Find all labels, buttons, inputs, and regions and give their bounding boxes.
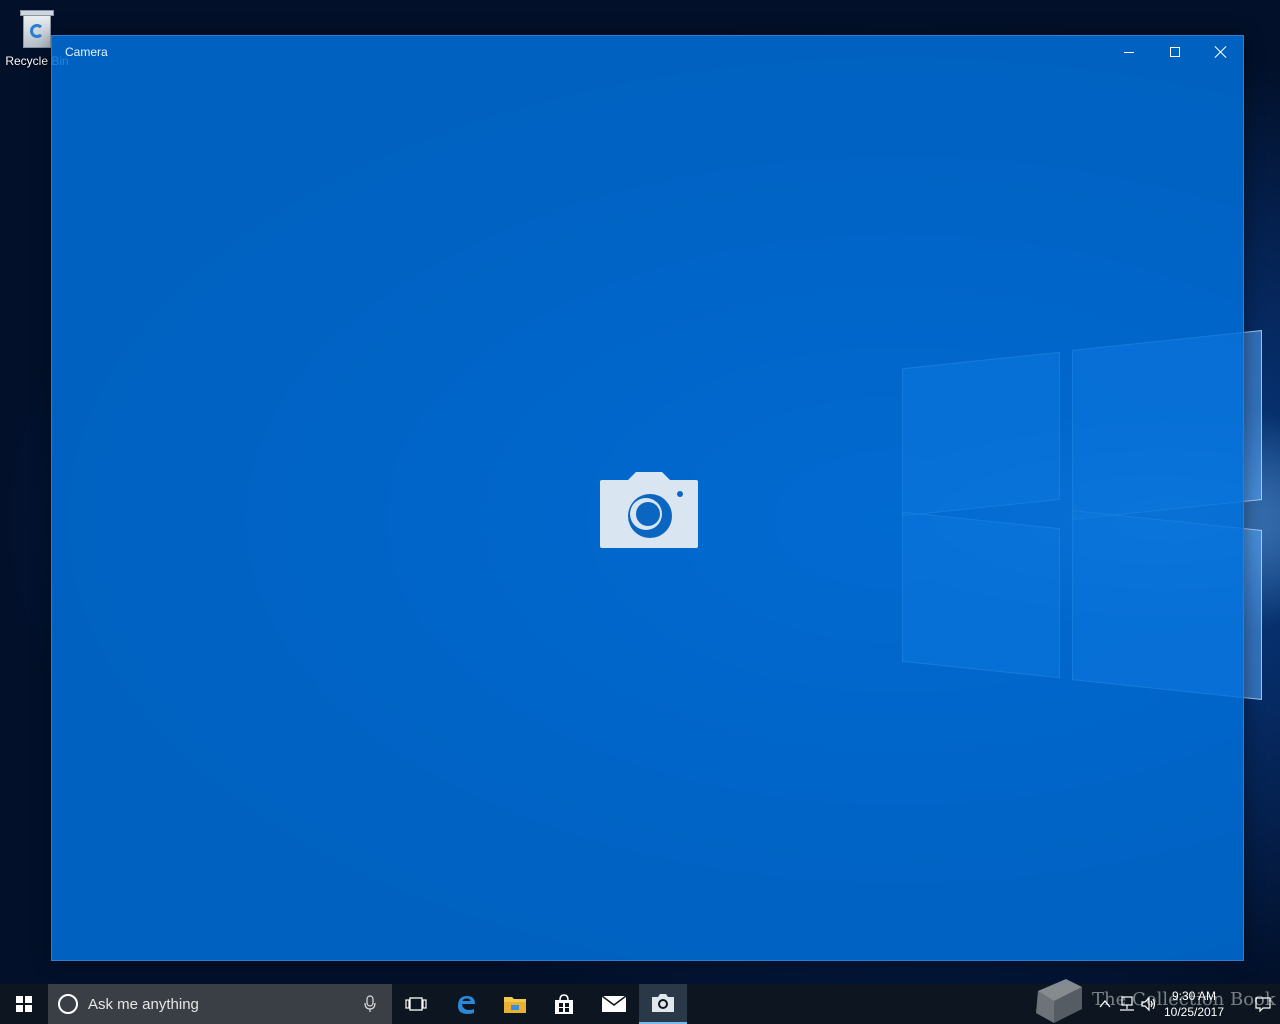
search-box[interactable]: Ask me anything (48, 984, 392, 1024)
taskbar-store-button[interactable] (540, 984, 588, 1024)
close-button[interactable] (1198, 36, 1244, 68)
task-view-icon (405, 997, 427, 1011)
folder-icon (504, 997, 526, 1013)
maximize-icon (1170, 47, 1180, 57)
minimize-icon (1124, 51, 1134, 53)
start-button[interactable] (0, 984, 48, 1024)
taskbar-file-explorer-button[interactable] (491, 984, 539, 1024)
window-title: Camera (65, 45, 108, 59)
mail-icon (601, 995, 627, 1012)
minimize-button[interactable] (1106, 36, 1152, 68)
camera-icon (652, 994, 674, 1012)
store-icon (555, 994, 573, 1014)
taskbar-camera-button[interactable] (639, 984, 687, 1024)
cortana-icon (58, 994, 78, 1014)
watermark-text: The Collection Book (1092, 989, 1276, 1010)
maximize-button[interactable] (1152, 36, 1198, 68)
close-icon (1214, 45, 1228, 59)
title-bar[interactable]: Camera (52, 36, 1243, 68)
edge-icon (458, 996, 475, 1014)
camera-icon (600, 472, 698, 548)
taskbar: Ask me anything 9:30 AM 10/25/2017 (0, 984, 1280, 1024)
taskbar-edge-button[interactable] (442, 984, 490, 1024)
search-placeholder: Ask me anything (88, 995, 199, 1013)
book-icon (1036, 979, 1082, 1023)
windows-logo-icon (16, 996, 32, 1012)
task-view-button[interactable] (392, 984, 440, 1024)
taskbar-mail-button[interactable] (590, 984, 638, 1024)
microphone-icon[interactable] (364, 995, 376, 1013)
camera-window[interactable]: Camera (51, 35, 1244, 961)
